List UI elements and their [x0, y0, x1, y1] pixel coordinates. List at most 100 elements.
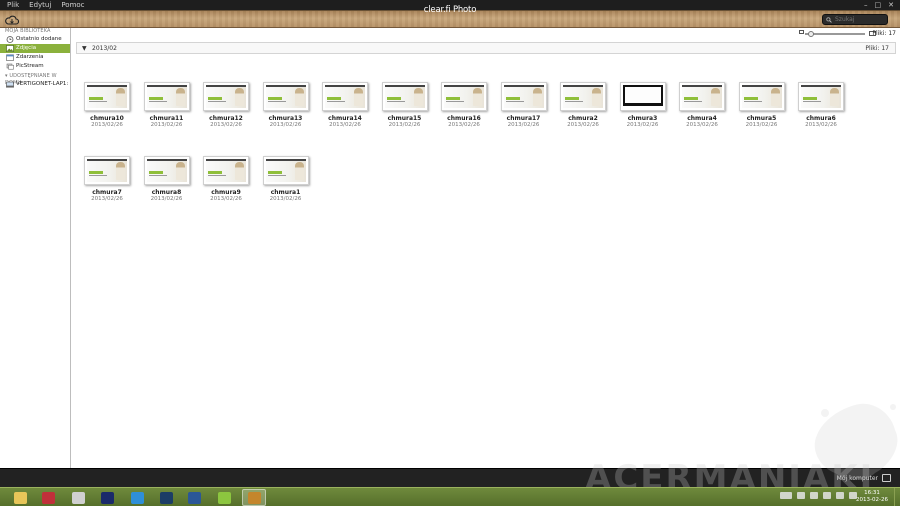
window-controls: – □ ✕: [864, 1, 894, 9]
thumbnail-image: [384, 85, 425, 108]
photo-tile[interactable]: chmura1 2013/02/26: [261, 156, 311, 206]
maximize-button[interactable]: □: [875, 1, 882, 9]
menu-bar: Plik Edytuj Pomoc: [0, 0, 900, 10]
picstream-icon: [6, 63, 14, 70]
taskbar-button[interactable]: [154, 489, 178, 506]
taskbar-clock[interactable]: 16:31 2013-02-26: [856, 490, 888, 504]
close-button[interactable]: ✕: [888, 1, 894, 9]
collapse-arrow-icon[interactable]: ▼: [82, 45, 87, 52]
photo-tile[interactable]: chmura5 2013/02/26: [737, 82, 787, 132]
menu-help[interactable]: Pomoc: [61, 0, 84, 10]
photo-tile[interactable]: chmura10 2013/02/26: [82, 82, 132, 132]
photo-tile[interactable]: chmura4 2013/02/26: [677, 82, 727, 132]
header-bar: [0, 10, 900, 28]
photo-tile[interactable]: chmura6 2013/02/26: [796, 82, 846, 132]
photo-tile[interactable]: chmura14 2013/02/26: [320, 82, 370, 132]
taskbar-button[interactable]: [182, 489, 206, 506]
view-mode-icon[interactable]: [799, 30, 804, 34]
photoshop-icon: [159, 491, 173, 504]
show-desktop-button[interactable]: [894, 488, 900, 506]
my-computer-label[interactable]: Mój komputer: [837, 475, 878, 482]
photo-thumbnail[interactable]: [262, 82, 309, 111]
group-count: Pliki: 17: [865, 45, 889, 52]
photo-tile[interactable]: chmura8 2013/02/26: [142, 156, 192, 206]
sidebar-item-photos[interactable]: Zdjęcia: [0, 44, 70, 53]
device-icon[interactable]: [882, 474, 891, 482]
wood-texture: [0, 11, 900, 27]
photo-date: 2013/02/26: [567, 122, 599, 128]
search-input[interactable]: [835, 16, 887, 23]
photo-thumbnail[interactable]: [322, 82, 368, 111]
photo-thumbnail[interactable]: [738, 82, 785, 111]
photo-tile[interactable]: chmura11 2013/02/26: [142, 82, 192, 132]
thumbnail-image: [503, 85, 544, 108]
photo-thumbnail[interactable]: [262, 156, 309, 185]
taskbar-button[interactable]: [8, 489, 32, 506]
sidebar-item-recent[interactable]: Ostatnio dodane: [0, 35, 70, 44]
paint-icon: [71, 491, 85, 504]
network-icon[interactable]: [823, 492, 831, 499]
photo-thumbnail[interactable]: [679, 82, 725, 111]
minimize-button[interactable]: –: [864, 1, 868, 9]
sidebar-item-shared-computer[interactable]: VERTIGONET-LAP1: Ve: [0, 80, 70, 89]
photo-thumbnail[interactable]: [84, 82, 130, 111]
thumbnail-image: [741, 85, 782, 108]
sidebar-item-label: VERTIGONET-LAP1: Ve: [16, 81, 70, 87]
sidebar-heading-shared[interactable]: ▾ UDOSTĘPNIANE W DOMU: [0, 73, 70, 86]
menu-file[interactable]: Plik: [7, 0, 19, 10]
photo-thumbnail[interactable]: [143, 82, 190, 111]
power-icon[interactable]: [836, 492, 844, 499]
photo-tile[interactable]: chmura9 2013/02/26: [201, 156, 251, 206]
sidebar-item-events[interactable]: Zdarzenia: [0, 53, 70, 62]
taskbar-button[interactable]: [66, 489, 90, 506]
photo-thumbnail[interactable]: [441, 82, 487, 111]
photo-tile[interactable]: chmura15 2013/02/26: [380, 82, 430, 132]
zoom-slider[interactable]: [805, 31, 865, 37]
photo-tile[interactable]: chmura12 2013/02/26: [201, 82, 251, 132]
photo-thumbnail[interactable]: [203, 156, 249, 185]
photo-thumbnail[interactable]: [500, 82, 547, 111]
photo-thumbnail[interactable]: [143, 156, 190, 185]
taskbar-button[interactable]: [95, 489, 119, 506]
sidebar-item-picstream[interactable]: PicStream: [0, 62, 70, 71]
photo-tile[interactable]: chmura3 2013/02/26: [618, 82, 668, 132]
computer-icon: [6, 81, 14, 88]
photo-thumbnail[interactable]: [798, 82, 844, 111]
cloud-sync-icon[interactable]: [5, 14, 19, 26]
thumbnail-image: [87, 85, 127, 108]
photo-thumbnail[interactable]: [203, 82, 249, 111]
zoom-slider-handle[interactable]: [808, 31, 814, 37]
photo-tile[interactable]: chmura13 2013/02/26: [261, 82, 311, 132]
group-header[interactable]: ▼ 2013/02 Pliki: 17: [76, 42, 896, 54]
sidebar-heading-library: MOJA BIBLIOTEKA: [5, 28, 51, 34]
search-box[interactable]: [822, 14, 888, 25]
taskbar-button[interactable]: [125, 489, 149, 506]
photo-date: 2013/02/26: [91, 122, 123, 128]
photo-tile[interactable]: chmura2 2013/02/26: [558, 82, 608, 132]
photo-tile[interactable]: chmura17 2013/02/26: [499, 82, 549, 132]
photo-name: chmura6: [806, 115, 836, 122]
photo-name: chmura17: [506, 115, 541, 122]
flag-icon[interactable]: [797, 492, 805, 499]
taskbar-button[interactable]: [36, 489, 60, 506]
taskbar-button[interactable]: [212, 489, 236, 506]
photo-thumbnail[interactable]: [381, 82, 428, 111]
explorer-icon: [13, 491, 27, 504]
cloud-icon: [217, 491, 231, 504]
word-icon: [187, 491, 201, 504]
photo-name: chmura10: [90, 115, 124, 122]
taskbar-button[interactable]: [242, 489, 266, 506]
menu-edit[interactable]: Edytuj: [29, 0, 51, 10]
photo-tile[interactable]: chmura16 2013/02/26: [439, 82, 489, 132]
photo-tile[interactable]: chmura7 2013/02/26: [82, 156, 132, 206]
photo-thumbnail[interactable]: [619, 82, 666, 111]
thumbnail-image: [563, 85, 603, 108]
photo-date: 2013/02/26: [507, 122, 540, 128]
photo-name: chmura15: [387, 115, 422, 122]
keyboard-icon[interactable]: [780, 492, 792, 499]
thumbnail-image: [87, 159, 127, 182]
photo-thumbnail[interactable]: [560, 82, 606, 111]
photo-thumbnail[interactable]: [84, 156, 130, 185]
shield-tray-icon[interactable]: [810, 492, 818, 499]
status-bar: Mój komputer: [0, 468, 900, 487]
